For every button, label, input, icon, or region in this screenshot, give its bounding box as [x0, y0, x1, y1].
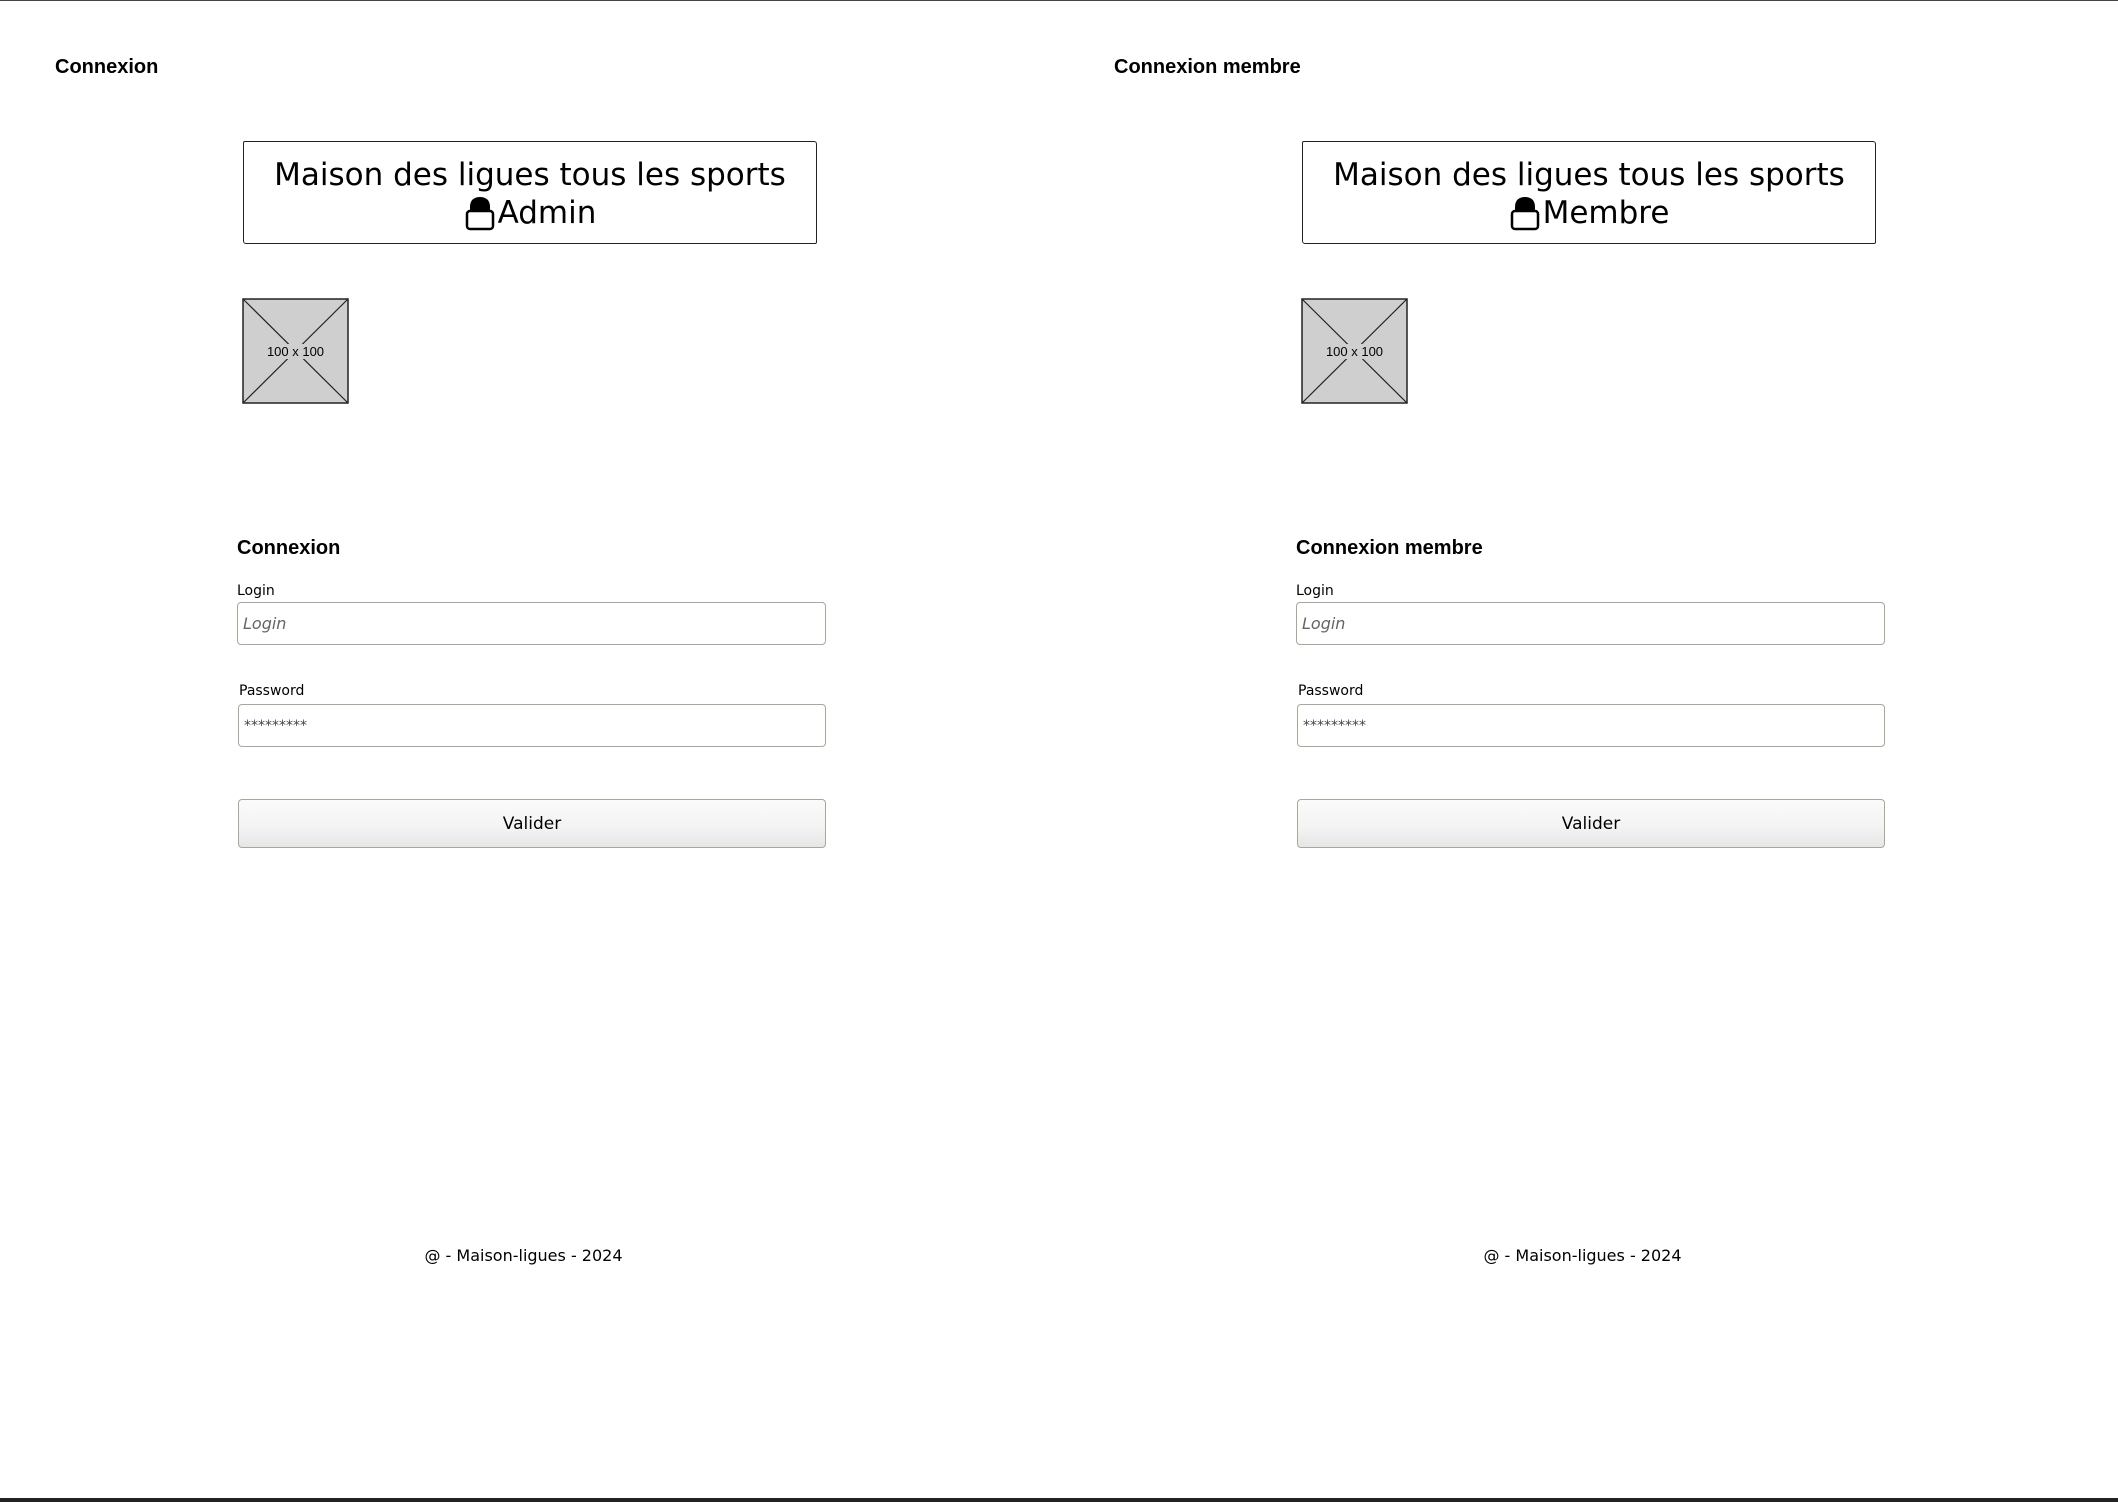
footer-copyright: @ - Maison-ligues - 2024 — [424, 1246, 623, 1265]
form-title: Connexion membre — [1296, 537, 1483, 559]
panel-heading: Connexion — [55, 56, 159, 78]
banner-title: Maison des ligues tous les sports — [274, 157, 786, 193]
form-title: Connexion — [237, 537, 341, 559]
footer-copyright: @ - Maison-ligues - 2024 — [1483, 1246, 1682, 1265]
site-banner: Maison des ligues tous les sports Admin — [243, 141, 817, 244]
submit-button[interactable]: Valider — [238, 799, 826, 848]
banner-role-label: Admin — [497, 195, 597, 231]
site-banner: Maison des ligues tous les sports Membre — [1302, 141, 1876, 244]
password-input[interactable] — [1297, 704, 1885, 747]
password-label: Password — [239, 683, 305, 699]
login-label: Login — [237, 583, 275, 599]
lock-icon — [464, 195, 496, 231]
panel-admin-login: Connexion Maison des ligues tous les spo… — [0, 0, 1059, 1498]
lock-icon — [1509, 195, 1541, 231]
login-label: Login — [1296, 583, 1334, 599]
password-label: Password — [1298, 683, 1364, 699]
page-border-bottom — [0, 1498, 2118, 1502]
banner-role: Admin — [464, 194, 597, 232]
panel-member-login: Connexion membre Maison des ligues tous … — [1059, 0, 2118, 1498]
login-input[interactable] — [1296, 602, 1885, 645]
panel-heading: Connexion membre — [1114, 56, 1301, 78]
login-input[interactable] — [237, 602, 826, 645]
submit-button[interactable]: Valider — [1297, 799, 1885, 848]
banner-role: Membre — [1509, 194, 1670, 232]
banner-title: Maison des ligues tous les sports — [1333, 157, 1845, 193]
image-placeholder-icon: 100 x 100 — [242, 298, 349, 404]
image-placeholder-icon: 100 x 100 — [1301, 298, 1408, 404]
password-input[interactable] — [238, 704, 826, 747]
banner-role-label: Membre — [1542, 195, 1670, 231]
